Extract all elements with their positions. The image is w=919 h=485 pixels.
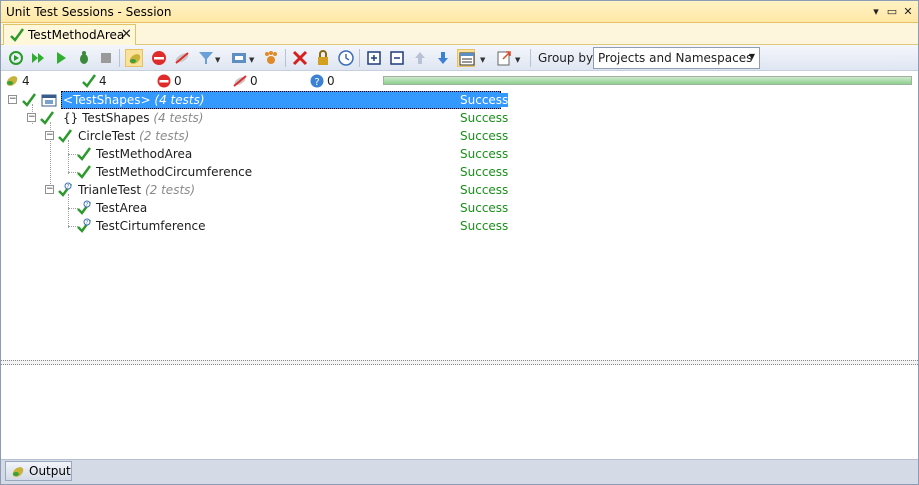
ignored-icon [233, 75, 247, 87]
tree-row-test[interactable]: ? TestArea Success [1, 199, 918, 217]
toolbar: ▼ ▼ ▼ ▼ Group by: Projects and Namespace… [1, 45, 918, 71]
tree-row-class[interactable]: − ? TrianleTest (2 tests) Success [1, 181, 918, 199]
tree-row-label: <TestShapes> (4 tests) [63, 93, 205, 107]
expand-all-icon[interactable] [365, 49, 383, 67]
tree-row-test[interactable]: TestMethodCircumference Success [1, 163, 918, 181]
tab-output[interactable]: Output [5, 461, 72, 481]
show-failed-icon[interactable] [150, 49, 168, 67]
result-success: Success [460, 165, 509, 179]
run-icon[interactable] [29, 49, 47, 67]
toolbar-separator [119, 49, 120, 67]
status-bar: 4 4 0 0 ? 0 [1, 71, 918, 90]
stop-icon[interactable] [97, 49, 115, 67]
timeout-icon[interactable] [337, 49, 355, 67]
tree-row-label: TestMethodArea [96, 147, 193, 161]
remove-icon[interactable] [291, 49, 309, 67]
dropdown-arrow-icon[interactable]: ▾ [868, 4, 884, 20]
collapse-toggle-icon[interactable]: − [45, 131, 54, 140]
result-success: Success [460, 93, 509, 107]
window-title: Unit Test Sessions - Session [6, 5, 172, 19]
chevron-down-icon[interactable]: ▼ [749, 52, 755, 61]
tree-row-namespace[interactable]: − {} TestShapes (4 tests) Success [1, 109, 918, 127]
tree-row-project[interactable]: − <TestShapes> (4 tests) Success [1, 91, 918, 109]
details-pane [1, 365, 918, 459]
filter-dropdown-icon[interactable]: ▼ [215, 56, 220, 64]
progress-bar [383, 76, 912, 85]
result-success: Success [460, 111, 509, 125]
tab-label: TestMethodArea [28, 28, 125, 42]
tab-label: Output [29, 464, 71, 478]
group-by-select[interactable]: Projects and Namespaces ▼ [593, 47, 760, 69]
layout-dropdown-icon[interactable]: ▼ [480, 56, 485, 64]
build-dropdown-icon[interactable]: ▼ [249, 56, 254, 64]
tree-row-test[interactable]: TestMethodArea Success [1, 145, 918, 163]
group-by-label: Group by: [538, 51, 597, 65]
next-icon[interactable] [434, 49, 452, 67]
show-ignored-icon[interactable] [173, 49, 191, 67]
title-bar[interactable]: Unit Test Sessions - Session ▾ ▭ ✕ [1, 1, 918, 23]
tree-row-label: TestArea [96, 201, 148, 215]
previous-icon[interactable] [411, 49, 429, 67]
run-all-icon[interactable] [7, 49, 25, 67]
tree-row-test[interactable]: ? TestCirtumference Success [1, 217, 918, 235]
run-single-icon[interactable] [52, 49, 70, 67]
tab-testmethodarea[interactable]: TestMethodArea ✕ [3, 24, 136, 45]
close-icon[interactable]: ✕ [900, 4, 916, 20]
maximize-icon[interactable]: ▭ [884, 4, 900, 20]
group-by-value: Projects and Namespaces [598, 51, 753, 65]
svg-text:?: ? [314, 77, 319, 88]
tree-row-class[interactable]: − CircleTest (2 tests) Success [1, 127, 918, 145]
failed-icon [157, 74, 171, 88]
tree-row-label: TestMethodCircumference [96, 165, 253, 179]
collapse-toggle-icon[interactable]: − [27, 113, 36, 122]
success-check-icon [82, 74, 97, 88]
result-success: Success [460, 147, 509, 161]
unit-test-sessions-window: Unit Test Sessions - Session ▾ ▭ ✕ TestM… [0, 0, 919, 485]
tree-row-label: CircleTest (2 tests) [78, 129, 190, 143]
lock-icon[interactable] [314, 49, 332, 67]
profile-icon[interactable] [262, 49, 280, 67]
question-icon: ? [310, 74, 324, 88]
export-icon[interactable] [495, 49, 513, 67]
toolbar-separator [285, 49, 286, 67]
tree-row-label: TrianleTest (2 tests) [78, 183, 196, 197]
collapse-all-icon[interactable] [388, 49, 406, 67]
debug-icon[interactable] [75, 49, 93, 67]
filter-icon[interactable] [197, 49, 215, 67]
tree-row-label: {} TestShapes (4 tests) [63, 111, 204, 125]
result-success: Success [460, 129, 509, 143]
test-tree: − <TestShapes> (4 tests) Success − {} Te… [1, 90, 918, 360]
tests-icon [6, 76, 18, 86]
result-success: Success [460, 219, 509, 233]
session-tab-strip: TestMethodArea ✕ [1, 23, 918, 45]
collapse-toggle-icon[interactable]: − [45, 185, 54, 194]
export-dropdown-icon[interactable]: ▼ [515, 56, 520, 64]
result-success: Success [460, 201, 509, 215]
collapse-toggle-icon[interactable]: − [8, 95, 17, 104]
toolbar-separator [530, 49, 531, 67]
tree-row-label: TestCirtumference [96, 219, 206, 233]
success-question-icon: ? [76, 218, 92, 237]
layout-icon[interactable] [457, 49, 475, 67]
show-passed-icon[interactable] [125, 49, 143, 67]
bottom-tab-strip: Output [1, 459, 918, 484]
toolbar-separator [359, 49, 360, 67]
result-success: Success [460, 183, 509, 197]
build-settings-icon[interactable] [230, 49, 248, 67]
tab-close-icon[interactable]: ✕ [121, 27, 132, 42]
svg-text:?: ? [86, 220, 89, 226]
svg-text:?: ? [67, 184, 70, 190]
output-icon [10, 464, 26, 483]
success-check-icon [9, 27, 25, 46]
svg-text:?: ? [86, 202, 89, 208]
